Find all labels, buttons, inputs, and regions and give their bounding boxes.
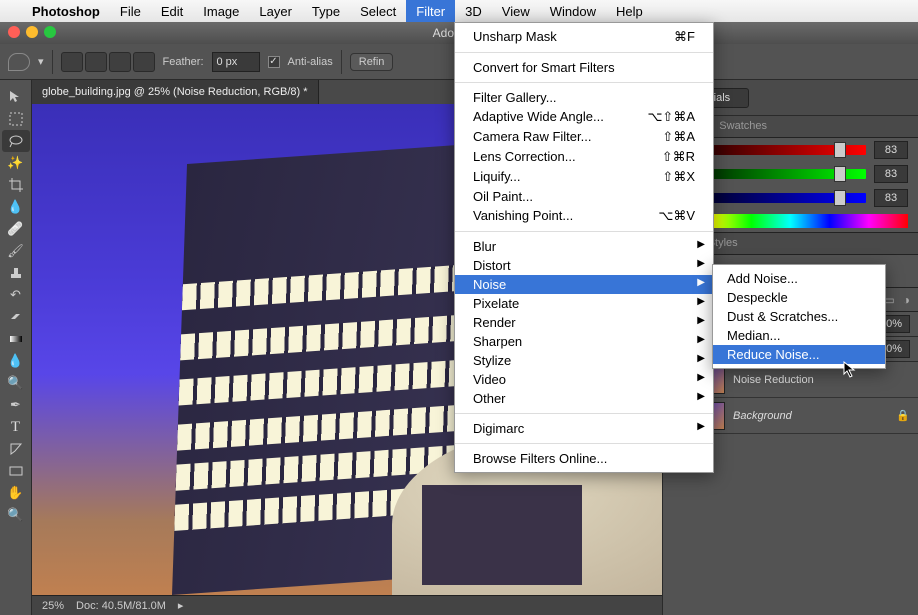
submenu-item-despeckle[interactable]: Despeckle xyxy=(713,288,885,307)
lasso-tool-icon[interactable] xyxy=(8,53,30,71)
submenu-item-reduce-noise-[interactable]: Reduce Noise... xyxy=(713,345,885,364)
menu-item-render[interactable]: Render▶ xyxy=(455,313,713,332)
chevron-right-icon[interactable]: ▸ xyxy=(178,599,184,612)
antialias-label: Anti-alias xyxy=(288,56,333,68)
zoom-icon[interactable] xyxy=(44,26,56,38)
menu-view[interactable]: View xyxy=(492,0,540,22)
selection-mode-buttons[interactable] xyxy=(61,52,155,72)
status-bar: 25% Doc: 40.5M/81.0M ▸ xyxy=(32,595,662,615)
menu-item-filter-gallery-[interactable]: Filter Gallery... xyxy=(455,88,713,107)
menu-item-stylize[interactable]: Stylize▶ xyxy=(455,351,713,370)
menu-image[interactable]: Image xyxy=(193,0,249,22)
lock-icon: 🔒 xyxy=(896,409,910,422)
menu-item-blur[interactable]: Blur▶ xyxy=(455,237,713,256)
menu-filter[interactable]: Filter xyxy=(406,0,455,22)
eraser-tool[interactable] xyxy=(2,306,30,328)
hand-tool[interactable]: ✋ xyxy=(2,482,30,504)
gradient-tool[interactable] xyxy=(2,328,30,350)
crop-tool[interactable] xyxy=(2,174,30,196)
path-selection-tool[interactable] xyxy=(2,438,30,460)
menu-item-video[interactable]: Video▶ xyxy=(455,370,713,389)
menu-item-browse-filters-online-[interactable]: Browse Filters Online... xyxy=(455,449,713,468)
toolbox: ✨ 💧 🩹 🖌 ↶ 💧 🔍 ✒ T ✋ 🔍 xyxy=(0,80,32,615)
submenu-item-add-noise-[interactable]: Add Noise... xyxy=(713,269,885,288)
type-tool[interactable]: T xyxy=(2,416,30,438)
menu-app[interactable]: Photoshop xyxy=(22,0,110,22)
menu-item-sharpen[interactable]: Sharpen▶ xyxy=(455,332,713,351)
layer-name[interactable]: Noise Reduction xyxy=(733,374,814,386)
healing-brush-tool[interactable]: 🩹 xyxy=(2,218,30,240)
close-icon[interactable] xyxy=(8,26,20,38)
dodge-tool[interactable]: 🔍 xyxy=(2,372,30,394)
magic-wand-tool[interactable]: ✨ xyxy=(2,152,30,174)
docsize-indicator: Doc: 40.5M/81.0M xyxy=(76,600,166,612)
menu-item-adaptive-wide-angle-[interactable]: Adaptive Wide Angle...⌥⇧⌘A xyxy=(455,107,713,127)
menu-type[interactable]: Type xyxy=(302,0,350,22)
menu-3d[interactable]: 3D xyxy=(455,0,492,22)
menu-select[interactable]: Select xyxy=(350,0,406,22)
feather-label: Feather: xyxy=(163,56,204,68)
history-brush-tool[interactable]: ↶ xyxy=(2,284,30,306)
brush-tool[interactable]: 🖌 xyxy=(2,240,30,262)
menu-item-liquify-[interactable]: Liquify...⇧⌘X xyxy=(455,167,713,187)
mac-menubar[interactable]: Photoshop File Edit Image Layer Type Sel… xyxy=(0,0,918,22)
submenu-item-median-[interactable]: Median... xyxy=(713,326,885,345)
refine-edge-button[interactable]: Refin xyxy=(350,53,394,71)
menu-item-pixelate[interactable]: Pixelate▶ xyxy=(455,294,713,313)
move-tool[interactable] xyxy=(2,86,30,108)
menu-layer[interactable]: Layer xyxy=(249,0,302,22)
traffic-lights[interactable] xyxy=(8,26,56,38)
menu-file[interactable]: File xyxy=(110,0,151,22)
menu-item-lens-correction-[interactable]: Lens Correction...⇧⌘R xyxy=(455,147,713,167)
eyedropper-tool[interactable]: 💧 xyxy=(2,196,30,218)
menu-help[interactable]: Help xyxy=(606,0,653,22)
menu-window[interactable]: Window xyxy=(540,0,606,22)
menu-item-distort[interactable]: Distort▶ xyxy=(455,256,713,275)
cursor-icon xyxy=(843,361,857,379)
rectangle-tool[interactable] xyxy=(2,460,30,482)
minimize-icon[interactable] xyxy=(26,26,38,38)
submenu-item-dust-scratches-[interactable]: Dust & Scratches... xyxy=(713,307,885,326)
menu-item-vanishing-point-[interactable]: Vanishing Point...⌥⌘V xyxy=(455,206,713,226)
lasso-tool[interactable] xyxy=(2,130,30,152)
menu-item-oil-paint-[interactable]: Oil Paint... xyxy=(455,187,713,206)
menu-item-digimarc[interactable]: Digimarc▶ xyxy=(455,419,713,438)
marquee-tool[interactable] xyxy=(2,108,30,130)
zoom-tool[interactable]: 🔍 xyxy=(2,504,30,526)
tab-swatches[interactable]: Swatches xyxy=(709,116,777,137)
menu-item-convert-for-smart-filters[interactable]: Convert for Smart Filters xyxy=(455,58,713,77)
blur-tool[interactable]: 💧 xyxy=(2,350,30,372)
noise-submenu[interactable]: Add Noise...DespeckleDust & Scratches...… xyxy=(712,264,886,369)
filter-menu-dropdown[interactable]: Unsharp Mask⌘F Convert for Smart Filters F… xyxy=(454,22,714,473)
menu-item-other[interactable]: Other▶ xyxy=(455,389,713,408)
zoom-value[interactable]: 25% xyxy=(42,600,64,612)
menu-item-unsharp-mask[interactable]: Unsharp Mask⌘F xyxy=(455,27,713,47)
menu-item-camera-raw-filter-[interactable]: Camera Raw Filter...⇧⌘A xyxy=(455,127,713,147)
document-tab[interactable]: globe_building.jpg @ 25% (Noise Reductio… xyxy=(32,80,319,104)
dropdown-icon[interactable]: ▾ xyxy=(38,55,44,68)
menu-edit[interactable]: Edit xyxy=(151,0,193,22)
antialias-checkbox[interactable]: ✓ xyxy=(268,56,280,68)
pen-tool[interactable]: ✒ xyxy=(2,394,30,416)
clone-stamp-tool[interactable] xyxy=(2,262,30,284)
layer-name[interactable]: Background xyxy=(733,410,792,422)
menu-item-noise[interactable]: Noise▶ xyxy=(455,275,713,294)
feather-input[interactable]: 0 px xyxy=(212,52,260,72)
